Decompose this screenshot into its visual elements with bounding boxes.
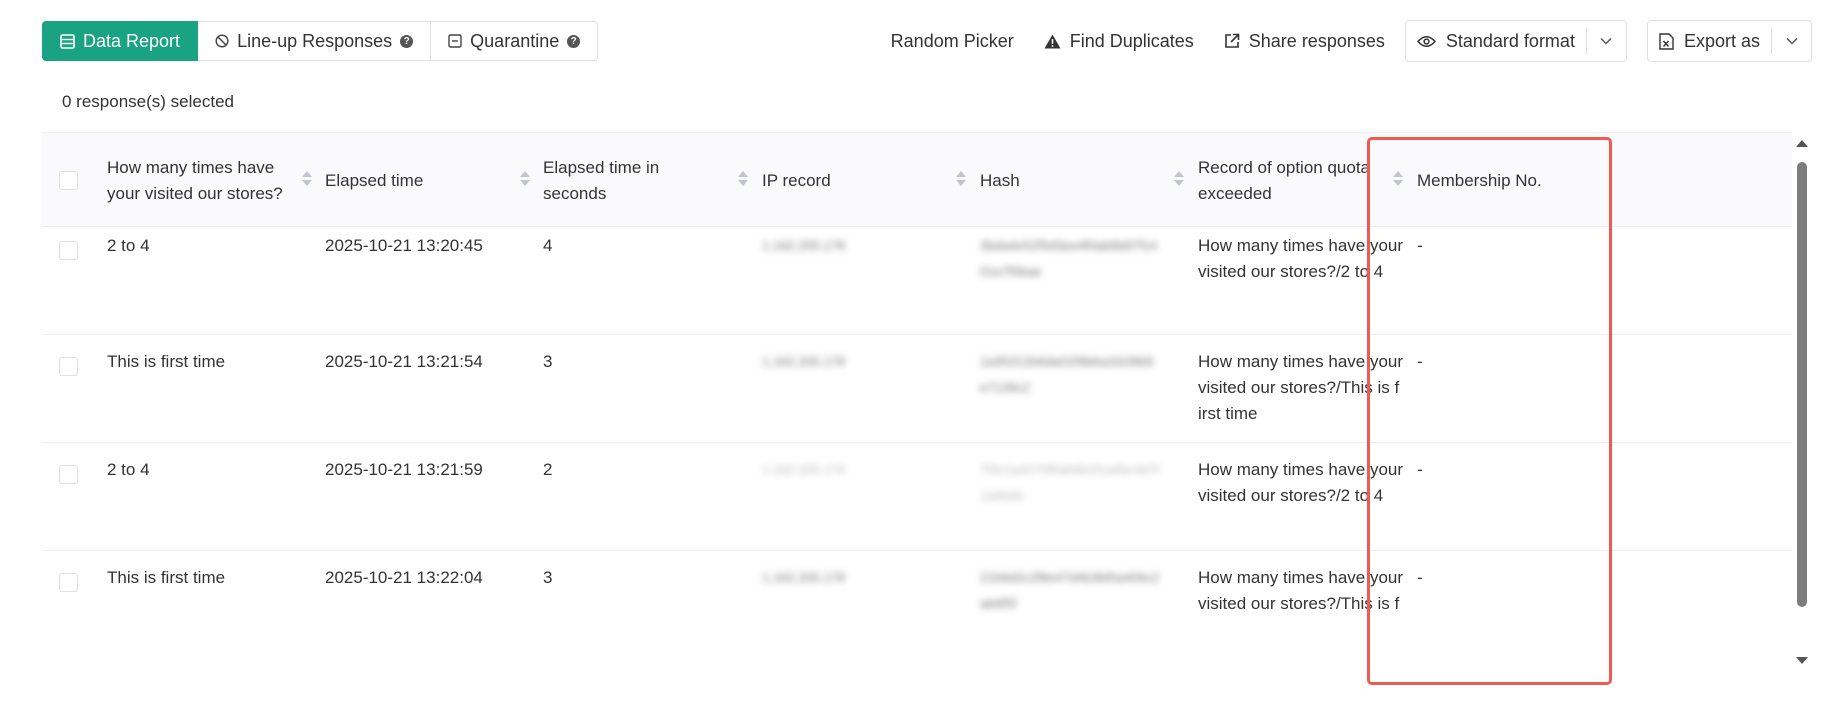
cell-visits: This is first time [107, 352, 226, 371]
quota-line: How many times have your [1198, 236, 1404, 255]
scroll-up-arrow-icon[interactable] [1796, 140, 1808, 147]
view-tabs: Data Report Line-up Responses ? Quaranti… [42, 21, 599, 61]
cell-visits: This is first time [107, 568, 226, 587]
row-checkbox[interactable] [59, 357, 78, 376]
sort-icon[interactable] [738, 171, 748, 186]
cell-membership: - [1417, 236, 1423, 255]
row-checkbox[interactable] [59, 573, 78, 592]
sort-icon[interactable] [1174, 171, 1184, 186]
share-responses-button[interactable]: Share responses [1224, 31, 1385, 52]
export-select[interactable]: Export as [1646, 20, 1812, 62]
cell-elapsed-time: 2025-10-21 13:20:45 [325, 236, 483, 255]
export-label: Export as [1683, 30, 1760, 51]
quota-line: visited our stores?/2 to 4 [1198, 262, 1384, 281]
sort-icon[interactable] [302, 171, 312, 186]
selection-count: 0 response(s) selected [62, 92, 234, 111]
cell-elapsed-time: 2025-10-21 13:21:59 [325, 460, 483, 479]
sort-icon[interactable] [1393, 171, 1403, 186]
external-link-icon [1224, 33, 1240, 48]
cell-elapsed-time: 2025-10-21 13:21:54 [325, 352, 483, 371]
quota-line: irst time [1198, 404, 1258, 423]
responses-table: How many times have your visited our sto… [42, 132, 1792, 705]
table-row: This is first time 2025-10-21 13:21:54 3… [42, 335, 1792, 443]
cell-quota-record: How many times have your visited our sto… [1198, 233, 1403, 285]
chevron-down-icon[interactable] [1585, 28, 1626, 54]
column-header-ip-record[interactable]: IP record [762, 133, 942, 228]
scroll-down-arrow-icon[interactable] [1796, 657, 1808, 664]
tab-quarantine-label: Quarantine [470, 30, 560, 51]
tab-data-report-label: Data Report [83, 30, 181, 51]
cell-hash: 1a3f1f12b6da01f9b6a2d1f869e7128c2 [980, 354, 1154, 395]
tab-data-report[interactable]: Data Report [42, 21, 199, 61]
find-duplicates-button[interactable]: Find Duplicates [1044, 31, 1194, 52]
quota-line: How many times have your [1198, 352, 1404, 371]
cell-ip-record: 1.162.205.178 [762, 462, 846, 477]
cell-membership: - [1417, 568, 1423, 587]
cell-membership: - [1417, 460, 1423, 479]
column-header-hash[interactable]: Hash [980, 133, 1160, 228]
quota-line: visited our stores?/2 to 4 [1198, 486, 1384, 505]
column-header-elapsed-time[interactable]: Elapsed time [325, 133, 505, 228]
sort-icon[interactable] [956, 171, 966, 186]
cell-ip-record: 1.162.205.178 [762, 354, 846, 369]
cell-visits: 2 to 4 [107, 460, 150, 479]
eye-icon [1416, 35, 1436, 47]
cell-visits: 2 to 4 [107, 236, 150, 255]
cell-elapsed-seconds: 3 [543, 568, 553, 587]
table-row: 2 to 4 2025-10-21 13:21:59 2 1.162.205.1… [42, 443, 1792, 551]
help-icon[interactable]: ? [400, 34, 414, 48]
format-select-label: Standard format [1445, 30, 1575, 51]
cell-ip-record: 1.162.205.178 [762, 570, 846, 585]
sort-icon[interactable] [520, 171, 530, 186]
random-picker-button[interactable]: Random Picker [891, 31, 1014, 52]
format-select[interactable]: Standard format [1404, 20, 1627, 62]
cell-elapsed-seconds: 4 [543, 236, 553, 255]
random-picker-label: Random Picker [890, 30, 1014, 51]
toolbar: Random Picker Find Duplicates Share resp… [861, 20, 1812, 62]
help-icon[interactable]: ? [567, 34, 581, 48]
cell-elapsed-time: 2025-10-21 13:22:04 [325, 568, 483, 587]
column-header-membership[interactable]: Membership No. [1417, 133, 1597, 228]
share-responses-label: Share responses [1248, 30, 1385, 51]
cell-elapsed-seconds: 3 [543, 352, 553, 371]
quota-line: visited our stores?/This is f [1198, 378, 1400, 397]
export-button[interactable]: Export as [1648, 21, 1771, 61]
warning-icon [1044, 34, 1061, 48]
cell-ip-record: 1.162.205.178 [762, 238, 846, 253]
cell-hash: 3bda4e52f5d3ee4f0ab6b87f1401e7f0bae [980, 238, 1158, 279]
chevron-down-icon[interactable] [1771, 28, 1811, 54]
column-header-quota-record[interactable]: Record of option quota exceeded [1198, 133, 1378, 228]
tab-line-up-responses[interactable]: Line-up Responses ? [198, 21, 432, 61]
column-header-elapsed-seconds[interactable]: Elapsed time in seconds [543, 133, 723, 228]
table-row: This is first time 2025-10-21 13:22:04 3… [42, 551, 1792, 691]
excel-file-icon [1659, 32, 1674, 50]
cell-hash: 7f3c1a4270f6ab6b1f1a4bc4d7f1a4bda [980, 462, 1160, 503]
cell-quota-record: How many times have your visited our sto… [1198, 565, 1403, 617]
ban-icon [215, 34, 229, 48]
format-select-value[interactable]: Standard format [1406, 21, 1586, 61]
cell-membership: - [1417, 352, 1423, 371]
cell-hash: 21b6d2c2f8e47d4b3fd5a406c2ab6f5f [980, 570, 1160, 611]
minus-box-icon [448, 34, 462, 48]
quota-line: How many times have your [1198, 460, 1404, 479]
cell-elapsed-seconds: 2 [543, 460, 553, 479]
cell-quota-record: How many times have your visited our sto… [1198, 457, 1403, 509]
table-icon [60, 33, 75, 49]
table-row: 2 to 4 2025-10-21 13:20:45 4 1.162.205.1… [42, 227, 1792, 335]
quota-line: visited our stores?/This is f [1198, 594, 1400, 613]
select-all-checkbox[interactable] [59, 171, 78, 190]
quota-line: How many times have your [1198, 568, 1404, 587]
vertical-scrollbar[interactable] [1797, 162, 1807, 607]
row-checkbox[interactable] [59, 241, 78, 260]
find-duplicates-label: Find Duplicates [1069, 30, 1194, 51]
column-header-visits[interactable]: How many times have your visited our sto… [107, 133, 287, 228]
table-header: How many times have your visited our sto… [42, 132, 1792, 227]
cell-quota-record: How many times have your visited our sto… [1198, 349, 1403, 427]
row-checkbox[interactable] [59, 465, 78, 484]
tab-quarantine[interactable]: Quarantine ? [431, 21, 599, 61]
tab-line-up-responses-label: Line-up Responses [237, 30, 393, 51]
